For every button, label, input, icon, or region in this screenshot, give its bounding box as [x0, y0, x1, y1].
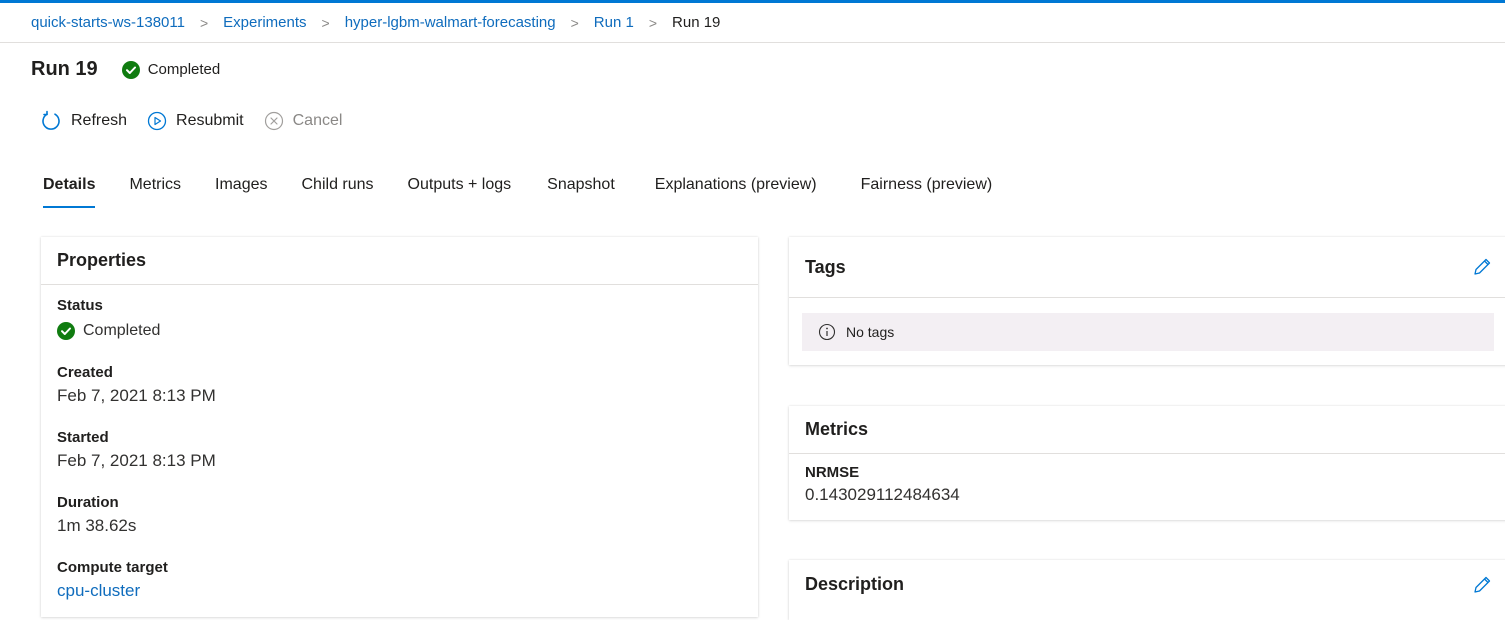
play-circle-icon: [147, 111, 167, 131]
no-tags-message: No tags: [802, 313, 1494, 351]
status-value: Completed: [57, 322, 160, 340]
resubmit-label: Resubmit: [176, 112, 244, 129]
tab-list: Details Metrics Images Child runs Output…: [43, 176, 1026, 208]
breadcrumb-parent-run[interactable]: Run 1: [594, 14, 634, 31]
tab-explanations[interactable]: Explanations (preview): [655, 176, 817, 208]
tab-details[interactable]: Details: [43, 176, 96, 208]
no-tags-text: No tags: [846, 324, 895, 340]
started-label: Started: [57, 429, 109, 446]
tab-images[interactable]: Images: [215, 176, 267, 208]
properties-card: Properties Status Completed Created Feb …: [41, 237, 758, 617]
duration-value: 1m 38.62s: [57, 516, 137, 535]
breadcrumb-workspace[interactable]: quick-starts-ws-138011: [31, 14, 185, 31]
check-circle-icon: [121, 60, 140, 79]
refresh-button[interactable]: Refresh: [40, 110, 127, 132]
page-header: Run 19 Completed: [31, 58, 220, 81]
edit-icon[interactable]: [1471, 574, 1493, 596]
tab-outputs-logs[interactable]: Outputs + logs: [408, 176, 512, 208]
compute-target-link[interactable]: cpu-cluster: [57, 581, 168, 601]
cancel-button[interactable]: Cancel: [264, 111, 343, 131]
properties-header: Properties: [41, 237, 758, 285]
breadcrumb: quick-starts-ws-138011 > Experiments > h…: [0, 3, 1505, 43]
metrics-title: Metrics: [805, 419, 869, 439]
created-property: Created Feb 7, 2021 8:13 PM: [57, 364, 216, 406]
resubmit-button[interactable]: Resubmit: [147, 111, 244, 131]
breadcrumb-experiment[interactable]: hyper-lgbm-walmart-forecasting: [345, 14, 556, 31]
description-title: Description: [805, 574, 905, 594]
started-property: Started Feb 7, 2021 8:13 PM: [57, 429, 216, 471]
breadcrumb-separator: >: [199, 14, 209, 31]
breadcrumb-experiments[interactable]: Experiments: [223, 14, 306, 31]
command-bar: Refresh Resubmit Cancel: [40, 110, 362, 132]
status-label: Status: [57, 297, 103, 314]
tab-metrics[interactable]: Metrics: [129, 176, 181, 208]
info-icon: [818, 323, 836, 341]
metrics-header: Metrics: [789, 406, 1505, 454]
metric-value: 0.143029112484634: [805, 485, 960, 504]
refresh-label: Refresh: [71, 112, 128, 129]
tab-snapshot[interactable]: Snapshot: [547, 176, 615, 208]
status-badge: Completed: [121, 60, 221, 79]
description-card: Description: [789, 560, 1505, 620]
created-value: Feb 7, 2021 8:13 PM: [57, 386, 216, 405]
breadcrumb-current-run: Run 19: [672, 14, 721, 31]
metric-nrmse: NRMSE 0.143029112484634: [805, 464, 960, 505]
duration-property: Duration 1m 38.62s: [57, 494, 136, 536]
status-text: Completed: [147, 61, 221, 78]
metrics-card: Metrics NRMSE 0.143029112484634: [789, 406, 1505, 520]
cancel-label: Cancel: [292, 112, 343, 129]
refresh-icon: [42, 110, 60, 130]
tab-fairness[interactable]: Fairness (preview): [861, 176, 993, 208]
breadcrumb-separator: >: [648, 14, 658, 31]
description-header: Description: [789, 560, 1505, 609]
breadcrumb-separator: >: [321, 14, 330, 31]
cancel-icon: [264, 111, 283, 131]
page-title: Run 19: [31, 58, 98, 80]
created-label: Created: [57, 364, 113, 381]
check-circle-icon: [57, 322, 75, 340]
compute-target-label: Compute target: [57, 559, 168, 576]
edit-icon[interactable]: [1471, 256, 1493, 278]
breadcrumb-separator: >: [570, 14, 579, 31]
tags-title: Tags: [805, 256, 846, 277]
tags-card: Tags No tags: [789, 237, 1505, 365]
duration-label: Duration: [57, 494, 119, 511]
tags-header: Tags: [789, 237, 1505, 298]
status-value-text: Completed: [83, 322, 161, 339]
tab-child-runs[interactable]: Child runs: [302, 176, 374, 208]
properties-title: Properties: [57, 250, 147, 270]
compute-target-property: Compute target cpu-cluster: [57, 559, 168, 601]
status-property: Status Completed: [57, 297, 160, 340]
started-value: Feb 7, 2021 8:13 PM: [57, 451, 216, 470]
metric-name: NRMSE: [805, 464, 860, 481]
